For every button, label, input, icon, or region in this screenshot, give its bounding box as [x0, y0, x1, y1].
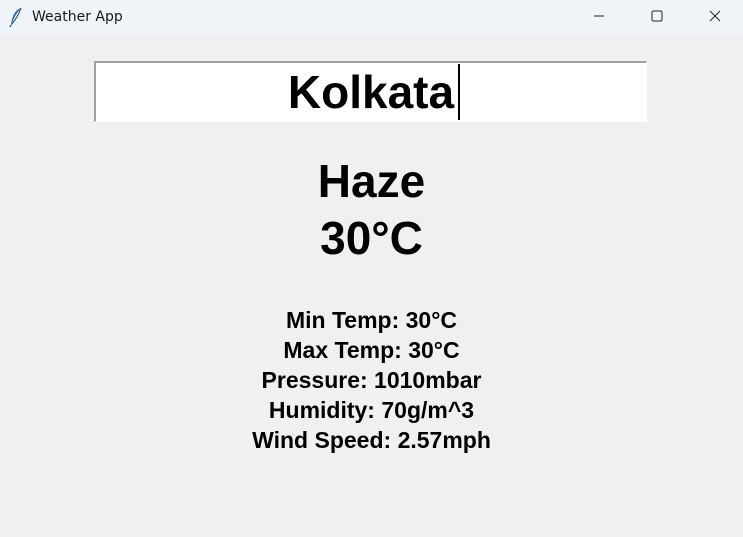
close-button[interactable] [686, 0, 743, 35]
maximize-icon [651, 9, 663, 27]
weather-condition: Haze [317, 155, 426, 207]
max-temp-label: Max Temp: 30°C [283, 337, 460, 363]
feather-icon [8, 7, 24, 28]
current-temperature: 30°C [320, 212, 423, 264]
minimize-icon [593, 9, 605, 27]
minimize-button[interactable] [570, 0, 628, 35]
title-bar[interactable]: Weather App [0, 0, 743, 35]
pressure-label: Pressure: 1010mbar [261, 367, 482, 393]
close-icon [709, 9, 721, 27]
weather-app-window: Weather App Haze [0, 0, 743, 537]
window-title: Weather App [32, 9, 123, 25]
humidity-label: Humidity: 70g/m^3 [268, 397, 475, 423]
maximize-button[interactable] [628, 0, 686, 35]
text-caret [458, 64, 460, 120]
min-temp-label: Min Temp: 30°C [285, 307, 458, 333]
wind-speed-label: Wind Speed: 2.57mph [252, 427, 491, 453]
city-search-input[interactable] [94, 61, 647, 122]
weather-details: Min Temp: 30°C Max Temp: 30°C Pressure: … [0, 305, 743, 455]
